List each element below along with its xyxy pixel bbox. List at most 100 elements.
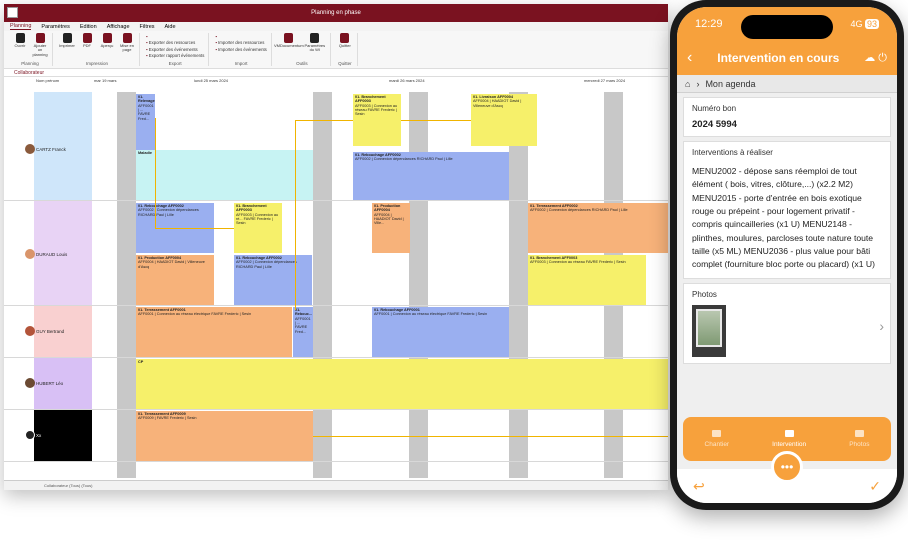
app-icon: [7, 7, 18, 18]
event-text: AFF0002 | Connexion dépendances RICHARD …: [138, 208, 199, 217]
params-label: Paramètres du WI: [304, 43, 326, 53]
menu-parametres[interactable]: Paramètres: [41, 24, 69, 30]
menu-aide[interactable]: Aide: [165, 24, 176, 30]
printer-icon: [62, 33, 72, 43]
tab-intervention[interactable]: Intervention: [772, 430, 806, 448]
breadcrumb: ⌂ › Mon agenda: [677, 75, 897, 93]
panel-title: Collaborateur: [14, 69, 45, 76]
vm-button[interactable]: VMDocumentum: [274, 33, 304, 48]
undo-icon[interactable]: ↩: [693, 478, 705, 495]
event-block[interactable]: CP: [136, 359, 668, 409]
event-block[interactable]: 01. Rebouchage AFF0002AFF0002 | Connexio…: [234, 255, 312, 305]
person-name[interactable]: Xx: [36, 433, 41, 438]
mise-en-page-button[interactable]: Mise en page: [119, 33, 135, 53]
breadcrumb-label[interactable]: Mon agenda: [705, 79, 755, 89]
interventions-label: Interventions à réaliser: [692, 148, 773, 157]
ouvrir-label: Ouvrir: [14, 43, 26, 48]
avatar: [25, 249, 35, 259]
phone-network: 4G 93: [850, 19, 879, 29]
photos-card[interactable]: Photos ›: [683, 282, 891, 364]
export-rapport-button[interactable]: Exporter rapport événements: [146, 53, 205, 59]
person-name[interactable]: HUBERT Léo: [36, 381, 63, 386]
window-title: Planning en phase: [311, 10, 361, 16]
menu-edition[interactable]: Edition: [80, 24, 97, 30]
home-icon[interactable]: ⌂: [685, 79, 690, 89]
numero-card: Numéro bon 2024 5994: [683, 97, 891, 137]
import-evenements-button[interactable]: Importer des événements: [215, 47, 267, 53]
tab-photos[interactable]: Photos: [849, 430, 869, 448]
check-icon[interactable]: ✓: [869, 478, 881, 495]
event-block[interactable]: 01. Branchement AFF0003 AFF0003 | Connexi…: [528, 255, 646, 305]
planning-window: Planning en phase Planning Paramètres Ed…: [4, 4, 668, 490]
pdf-button[interactable]: PDF: [79, 33, 95, 48]
params-wi-button[interactable]: Paramètres du WI: [304, 33, 326, 53]
row-separator: [4, 357, 668, 358]
event-block[interactable]: 01. Rebouchage AFF0001 AFF0001 | Connexio…: [372, 307, 509, 357]
menu-planning[interactable]: Planning: [10, 23, 32, 30]
folder-icon: [854, 430, 864, 437]
event-title: Maladie: [138, 151, 152, 155]
import-ressources-button[interactable]: Importer des ressources: [215, 40, 266, 46]
event-title: 01. Branchement AFF0003: [355, 95, 386, 104]
pdf-label: PDF: [83, 43, 91, 48]
tab-chantier[interactable]: Chantier: [705, 430, 729, 448]
day-header: mar 19 mars: [94, 78, 117, 83]
more-actions-button[interactable]: •••: [771, 451, 803, 483]
preview-icon: [102, 33, 112, 43]
back-chevron-icon[interactable]: ‹: [687, 49, 692, 67]
event-block[interactable]: 01. Terrassement AFF0001 AFF0001 | Connex…: [136, 307, 292, 357]
imprimer-button[interactable]: Imprimer: [59, 33, 75, 48]
row-separator: [4, 409, 668, 410]
mise-en-page-label: Mise en page: [119, 43, 134, 53]
planning-grid[interactable]: Nom prénom mar 19 mars lundi 25 mars 202…: [4, 78, 668, 478]
ribbon-group-planning: Ouvrir Ajouter un planning Planning: [8, 33, 53, 66]
interventions-card: Interventions à réaliser MENU2002 - dépo…: [683, 141, 891, 279]
event-block[interactable]: Maladie: [136, 150, 313, 200]
ajouter-label: Ajouter un planning: [32, 43, 48, 57]
cloud-icon[interactable]: ☁ ⏻: [864, 51, 887, 65]
day-header: mardi 26 mars 2024: [389, 78, 425, 83]
phone-device: 12:29 4G 93 ‹ Intervention en cours ☁ ⏻ …: [670, 0, 904, 510]
battery-badge: 93: [864, 19, 879, 29]
person-name[interactable]: DURAUD Louis: [36, 252, 67, 257]
avatar: [25, 430, 35, 440]
event-block[interactable]: 01. Rebouchage AFF0002AFF0002 | Connexio…: [353, 152, 509, 200]
event-text: AFF0002 | Connexion dépendances RICHARD …: [355, 157, 453, 162]
chevron-right-icon[interactable]: ›: [879, 318, 884, 334]
event-block[interactable]: 01. Terrassement AFF0009 AFF0009 | FAVRE …: [136, 411, 313, 461]
person-name[interactable]: CARTZ Franck: [36, 147, 66, 152]
event-block[interactable]: 01. Branchement AFF0003 AFF0003 | Connexi…: [353, 94, 401, 146]
event-block[interactable]: 01. Relevage AFF0001 | ... FAVRE Fred...: [136, 94, 155, 150]
event-text: AFF0004 | HAADIOT David | Ville...: [374, 212, 404, 226]
event-block[interactable]: 01. Production AFF0004 AFF0004 | HAADIOT …: [372, 203, 410, 253]
app-bar: ‹ Intervention en cours ☁ ⏻: [677, 41, 897, 75]
event-block[interactable]: 01. Livraison AFF0004 AFF0004 | HAADIOT D…: [471, 94, 537, 146]
dependency-link: [295, 120, 296, 310]
ouvrir-button[interactable]: Ouvrir: [12, 33, 28, 48]
composite-screenshot: Planning en phase Planning Paramètres Ed…: [0, 0, 908, 542]
apercu-button[interactable]: Aperçu: [99, 33, 115, 48]
event-block[interactable]: 01. Terrassement AFF0002 AFF0002 | Connex…: [528, 203, 668, 253]
event-block[interactable]: 01. Branchement AFF0003 AFF0003 | Connexi…: [234, 203, 282, 253]
day-header: lundi 25 mars 2024: [194, 78, 229, 83]
unavailable-column: [117, 92, 136, 478]
menu-affichage[interactable]: Affichage: [107, 24, 130, 30]
photo-thumbnail[interactable]: [692, 304, 726, 357]
folder-icon: [15, 33, 25, 43]
event-title: CP: [138, 360, 144, 364]
person-name[interactable]: GUY Bertrand: [36, 329, 64, 334]
group-import-label: Import: [234, 61, 248, 66]
ribbon: Ouvrir Ajouter un planning Planning Impr…: [4, 31, 668, 69]
event-title: 01. Branchement AFF0003: [236, 204, 267, 213]
ajouter-planning-button[interactable]: Ajouter un planning: [32, 33, 48, 57]
row-separator: [4, 305, 668, 306]
event-block[interactable]: 01. Rebouc... AFF0001 | ... FAVRE Fred...: [293, 307, 313, 357]
pdf-icon: [82, 33, 92, 43]
dependency-link: [155, 228, 234, 229]
vm-label: VMDocumentum: [273, 43, 304, 48]
menu-filtres[interactable]: Filtres: [140, 24, 155, 30]
quitter-button[interactable]: Quitter: [337, 33, 353, 48]
event-block[interactable]: 01. Production AFF0004 AFF0004 | HAADIOT …: [136, 255, 214, 305]
chevron-right-icon: ›: [696, 78, 700, 89]
row-separator: [4, 461, 668, 462]
